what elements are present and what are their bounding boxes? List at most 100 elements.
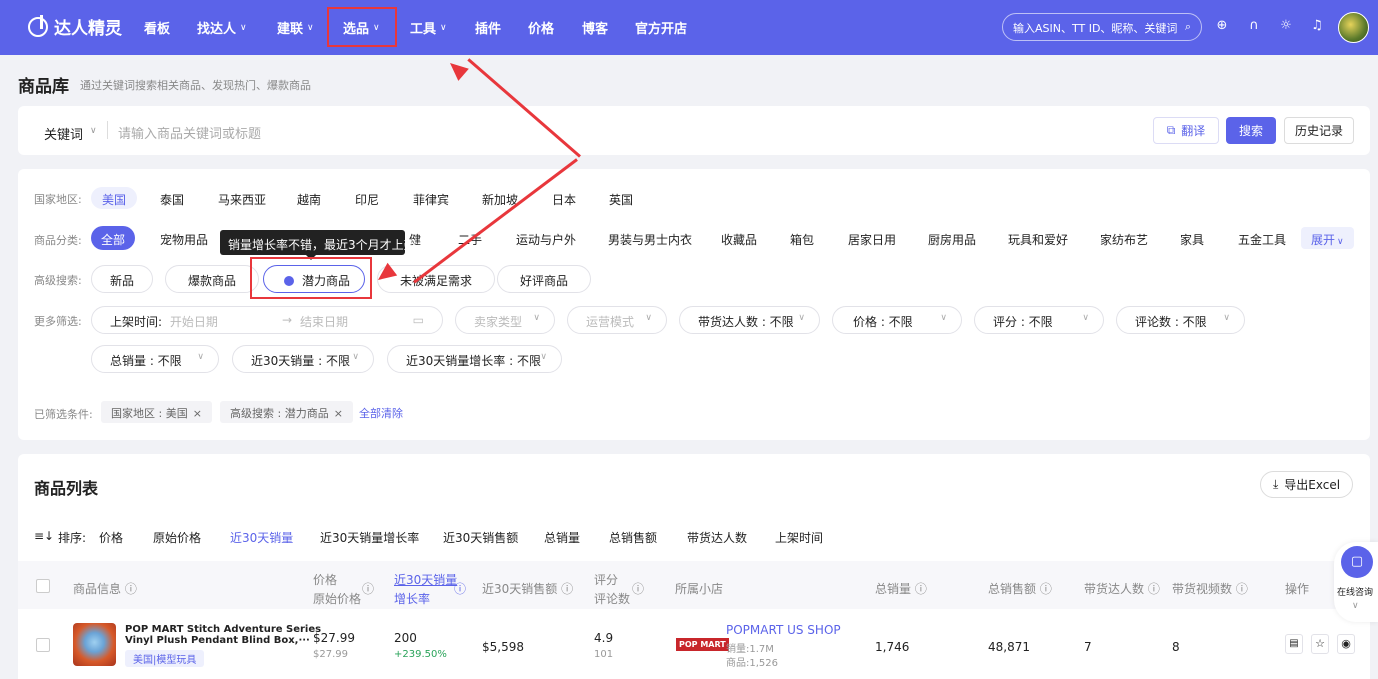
nav-dashboard[interactable]: 看板 (144, 0, 170, 55)
country-option[interactable]: 泰国 (160, 191, 184, 208)
detail-icon[interactable]: ▤ (1285, 634, 1303, 654)
sort-label: 排序: (58, 531, 87, 545)
select-all-checkbox[interactable] (36, 579, 50, 593)
country-option[interactable]: 菲律宾 (413, 191, 449, 208)
selected-chip-advanced[interactable]: 高级搜索 : 潜力商品 × (220, 401, 353, 423)
row-checkbox[interactable] (36, 638, 50, 652)
review-count-select[interactable]: 评论数 : 不限 ∨ (1116, 306, 1245, 334)
col-growth[interactable]: 增长率 (394, 590, 430, 607)
category-option[interactable]: 玩具和爱好 (1008, 231, 1068, 248)
col-total-revenue[interactable]: 总销售额 ⓘ (988, 580, 1052, 597)
shop-name-link[interactable]: POPMART US SHOP (726, 623, 841, 637)
advanced-option-hot[interactable]: 爆款商品 (165, 265, 260, 293)
date-start-input[interactable]: 开始日期 (170, 315, 218, 329)
logo[interactable]: 达人精灵 (28, 14, 122, 39)
bell-icon[interactable]: ♫ (1308, 17, 1326, 35)
avatar[interactable] (1338, 12, 1369, 43)
col-rating[interactable]: 评分 (594, 571, 618, 588)
nav-tools[interactable]: 工具 ∨ (410, 0, 447, 55)
keyword-type-select[interactable]: 关键词 (44, 124, 83, 143)
selected-filters-label: 已筛选条件: (34, 408, 93, 421)
country-option[interactable]: 印尼 (355, 191, 379, 208)
advanced-option-unmet[interactable]: 未被满足需求 (377, 265, 496, 293)
advanced-option-new[interactable]: 新品 (91, 265, 154, 293)
lightbulb-icon[interactable]: ☼ (1277, 17, 1295, 35)
country-option[interactable]: 英国 (609, 191, 633, 208)
operation-mode-select[interactable]: 运营模式 ∨ (567, 306, 667, 334)
sort-option[interactable]: 总销售额 (609, 529, 657, 546)
search-button[interactable]: 搜索 (1226, 117, 1276, 144)
advanced-option-good-reviews[interactable]: 好评商品 (497, 265, 592, 293)
col-orig-price[interactable]: 原始价格 (313, 590, 361, 607)
globe-icon[interactable]: ⊕ (1213, 17, 1231, 35)
nav-plugin[interactable]: 插件 (475, 0, 501, 55)
sort-option[interactable]: 上架时间 (775, 529, 823, 546)
sort-option[interactable]: 价格 (99, 529, 123, 546)
headset-icon[interactable]: ∩ (1245, 17, 1263, 35)
col-reviews[interactable]: 评论数 (594, 590, 630, 607)
keyword-input[interactable]: 请输入商品关键词或标题 (118, 123, 261, 142)
product-title[interactable]: POP MART Stitch Adventure Series (125, 624, 321, 635)
global-search-input[interactable]: 输入ASIN、TT ID、昵称、关键词 ⌕ (1002, 13, 1202, 41)
info-icon: ⓘ (362, 582, 375, 596)
translate-button[interactable]: ⧉ 翻译 (1153, 117, 1219, 144)
nav-blog[interactable]: 博客 (582, 0, 608, 55)
chevron-down-icon: ∨ (240, 22, 247, 33)
product-image[interactable] (73, 623, 116, 666)
rating-select[interactable]: 评分 : 不限 ∨ (974, 306, 1104, 334)
info-icon: ⓘ (561, 582, 574, 596)
nav-find-creators[interactable]: 找达人 ∨ (197, 0, 247, 55)
col-revenue-30d[interactable]: 近30天销售额 ⓘ (482, 580, 573, 597)
col-price[interactable]: 价格 (313, 571, 337, 588)
seller-type-select[interactable]: 卖家类型 ∨ (455, 306, 555, 334)
nav-open-store[interactable]: 官方开店 (635, 0, 687, 55)
sort-option[interactable]: 总销量 (544, 529, 580, 546)
export-excel-button[interactable]: ⤓ 导出Excel (1260, 471, 1353, 498)
category-option[interactable]: 箱包 (790, 231, 814, 248)
listing-date-range[interactable]: 上架时间: 开始日期 → 结束日期 ▭ (91, 306, 443, 334)
category-option[interactable]: 厨房用品 (928, 231, 976, 248)
eye-icon[interactable]: ◉ (1337, 634, 1355, 654)
country-option-us[interactable]: 美国 (91, 187, 138, 209)
country-option[interactable]: 马来西亚 (218, 191, 266, 208)
sort-option[interactable]: 带货达人数 (687, 529, 747, 546)
history-button[interactable]: 历史记录 (1284, 117, 1354, 144)
creator-count-select[interactable]: 带货达人数 : 不限 ∨ (679, 306, 820, 334)
product-title-line2[interactable]: Vinyl Plush Pendant Blind Box,··· (125, 635, 310, 646)
chevron-down-icon: ∨ (940, 313, 947, 323)
clear-all-link[interactable]: 全部清除 (359, 405, 403, 421)
nav-pricing[interactable]: 价格 (528, 0, 554, 55)
category-option[interactable]: 收藏品 (721, 231, 757, 248)
sales-30d-select[interactable]: 近30天销量 : 不限 ∨ (232, 345, 374, 373)
category-option[interactable]: 家具 (1180, 231, 1204, 248)
close-icon[interactable]: × (193, 407, 202, 420)
col-sales-30d[interactable]: 近30天销量 (394, 571, 457, 588)
price-select[interactable]: 价格 : 不限 ∨ (832, 306, 962, 334)
nav-outreach[interactable]: 建联 ∨ (277, 0, 314, 55)
sort-option[interactable]: 近30天销售额 (443, 529, 518, 546)
col-creators[interactable]: 带货达人数 ⓘ (1084, 580, 1160, 597)
info-icon: ⓘ (1147, 582, 1160, 596)
selected-chip-country[interactable]: 国家地区 : 美国 × (101, 401, 212, 423)
date-end-input[interactable]: 结束日期 (300, 313, 348, 330)
country-option[interactable]: 越南 (297, 191, 321, 208)
total-sales-select[interactable]: 总销量 : 不限 ∨ (91, 345, 219, 373)
sort-option-active[interactable]: 近30天销量 (230, 529, 293, 546)
online-consult-widget[interactable]: ▢ 在线咨询 ∨ (1334, 542, 1378, 622)
category-option[interactable]: 运动与户外 (516, 231, 576, 248)
expand-button[interactable]: 展开 ∨ (1301, 227, 1354, 249)
col-total-sales[interactable]: 总销量 ⓘ (875, 580, 927, 597)
close-icon[interactable]: × (334, 407, 343, 420)
star-icon[interactable]: ☆ (1311, 634, 1329, 654)
country-option[interactable]: 日本 (552, 191, 576, 208)
category-option-all[interactable]: 全部 (91, 226, 136, 250)
category-option[interactable]: 男装与男士内衣 (608, 231, 692, 248)
col-videos[interactable]: 带货视频数 ⓘ (1172, 580, 1248, 597)
category-option[interactable]: 居家日用 (848, 231, 896, 248)
sort-option[interactable]: 近30天销量增长率 (320, 529, 419, 546)
sales-growth-30d-select[interactable]: 近30天销量增长率 : 不限 ∨ (387, 345, 562, 373)
category-option[interactable]: 宠物用品 (160, 231, 208, 248)
category-option[interactable]: 家纺布艺 (1100, 231, 1148, 248)
category-option[interactable]: 五金工具 (1238, 231, 1286, 248)
sort-option[interactable]: 原始价格 (153, 529, 201, 546)
